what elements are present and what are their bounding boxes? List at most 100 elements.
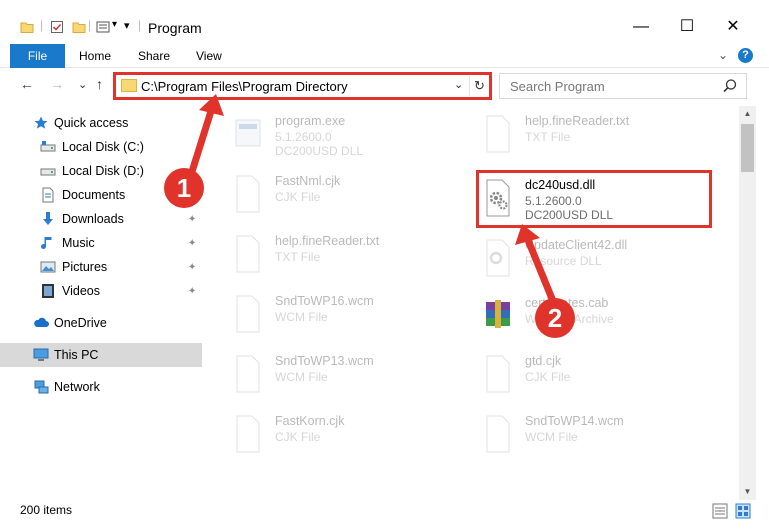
navigation-pane: Quick access Local Disk (C:) Local Disk …: [0, 106, 205, 500]
file-item-fastnml-cjk[interactable]: FastNml.cjk CJK File: [205, 166, 455, 222]
sidebar-item-downloads[interactable]: Downloads ✦: [0, 207, 202, 231]
sidebar-item-label: Music: [62, 236, 95, 250]
sidebar-item-label: Local Disk (D:): [62, 164, 144, 178]
file-icon: [236, 355, 260, 393]
file-type: CJK File: [525, 370, 571, 384]
file-name: UpdateClient42.dll: [525, 238, 628, 252]
file-name: FastNml.cjk: [275, 174, 341, 188]
sidebar-item-quick-access[interactable]: Quick access: [0, 111, 202, 135]
separator: |: [40, 18, 44, 32]
file-item-gtd-cjk[interactable]: gtd.cjk CJK File: [455, 346, 705, 402]
title-bar: | | ▾ ▾ | Program — ☐ ✕: [0, 0, 769, 44]
customize-icon[interactable]: [96, 20, 110, 34]
back-button[interactable]: ←: [20, 76, 34, 92]
recent-locations-button[interactable]: ⌄: [78, 78, 87, 91]
search-icon[interactable]: [722, 78, 738, 94]
file-name: help.fineReader.txt: [275, 234, 380, 248]
chevron-down-icon[interactable]: ▾: [112, 19, 117, 30]
help-icon[interactable]: ?: [738, 48, 753, 63]
maximize-button[interactable]: ☐: [672, 14, 702, 40]
pin-icon[interactable]: ✦: [188, 238, 196, 249]
sidebar-item-label: Documents: [62, 188, 126, 202]
file-name: SndToWP13.wcm: [275, 354, 374, 368]
tab-file[interactable]: File: [10, 44, 65, 68]
scroll-up-icon[interactable]: ▲: [739, 106, 756, 122]
file-icon: [236, 175, 260, 213]
up-button[interactable]: ↑: [96, 76, 103, 92]
file-name: gtd.cjk: [525, 354, 562, 368]
sidebar-item-label: OneDrive: [54, 316, 107, 330]
file-type: Resource DLL: [525, 254, 602, 268]
sidebar-item-label: Quick access: [54, 116, 129, 130]
file-item-help-finereader-txt[interactable]: help.fineReader.txt TXT File: [205, 226, 455, 282]
address-highlight-box: [113, 72, 492, 100]
file-type: WCM File: [275, 370, 328, 384]
dll-gear-icon: [486, 239, 510, 277]
file-type: WCM File: [525, 430, 578, 444]
minimize-button[interactable]: —: [626, 14, 656, 40]
pictures-icon: [40, 261, 56, 273]
close-button[interactable]: ✕: [718, 14, 748, 40]
file-list: program.exe 5.1.2600.0 DC200USD DLL Fast…: [205, 106, 739, 500]
new-folder-icon[interactable]: [72, 20, 86, 34]
file-item-updateclient42-dll[interactable]: UpdateClient42.dll Resource DLL: [455, 230, 705, 286]
drive-icon: [40, 168, 56, 176]
scrollbar-thumb[interactable]: [741, 124, 754, 172]
file-version: 5.1.2600.0: [275, 130, 332, 144]
file-item-sndtowp16-wcm[interactable]: SndToWP16.wcm WCM File: [205, 286, 455, 342]
videos-icon: [42, 284, 54, 298]
pin-icon[interactable]: ✦: [188, 214, 196, 225]
window-title: Program: [148, 20, 202, 36]
quick-access-dropdown-icon[interactable]: ▾: [124, 19, 130, 32]
file-item-certificates-cab[interactable]: certificates.cab WinRAR Archive: [455, 288, 705, 344]
details-view-icon[interactable]: [712, 503, 728, 519]
tab-home[interactable]: Home: [79, 44, 111, 68]
sidebar-item-videos[interactable]: Videos ✦: [0, 279, 202, 303]
pin-icon[interactable]: ✦: [188, 286, 196, 297]
sidebar-item-onedrive[interactable]: OneDrive: [0, 311, 202, 335]
pin-icon[interactable]: ✦: [188, 262, 196, 273]
tab-share[interactable]: Share: [138, 44, 170, 68]
file-description: DC200USD DLL: [275, 144, 364, 158]
folder-icon[interactable]: [20, 20, 34, 34]
sidebar-item-this-pc[interactable]: This PC: [0, 343, 202, 367]
ribbon-collapse-icon[interactable]: ⌄: [718, 48, 728, 62]
search-input[interactable]: Search Program: [510, 79, 605, 94]
sidebar-item-network[interactable]: Network: [0, 375, 202, 399]
sidebar-item-pictures[interactable]: Pictures ✦: [0, 255, 202, 279]
file-name: SndToWP14.wcm: [525, 414, 624, 428]
file-icon: [486, 355, 510, 393]
file-item-help-finereader-txt-2[interactable]: help.fineReader.txt TXT File: [455, 106, 705, 162]
status-bar: 200 items: [0, 500, 769, 532]
step-1-badge: 1: [164, 168, 204, 208]
file-type: TXT File: [525, 130, 571, 144]
file-name: SndToWP16.wcm: [275, 294, 374, 308]
file-highlight-box: [476, 170, 712, 228]
file-icon: [486, 415, 510, 453]
file-name: program.exe: [275, 114, 346, 128]
drive-icon: [40, 141, 56, 152]
file-item-fastkorn-cjk[interactable]: FastKorn.cjk CJK File: [205, 406, 455, 462]
file-icon: [236, 235, 260, 273]
sidebar-item-music[interactable]: Music ✦: [0, 231, 202, 255]
file-item-program-exe[interactable]: program.exe 5.1.2600.0 DC200USD DLL: [205, 106, 455, 162]
properties-icon[interactable]: [50, 20, 64, 34]
star-icon: [34, 116, 48, 129]
scroll-down-icon[interactable]: ▼: [739, 484, 756, 500]
search-box[interactable]: Search Program: [499, 73, 747, 99]
file-icon: [236, 415, 260, 453]
file-item-sndtowp14-wcm[interactable]: SndToWP14.wcm WCM File: [455, 406, 705, 462]
large-icons-view-icon[interactable]: [735, 503, 751, 519]
file-item-sndtowp13-wcm[interactable]: SndToWP13.wcm WCM File: [205, 346, 455, 402]
forward-button[interactable]: →: [50, 76, 64, 92]
file-type: TXT File: [275, 250, 321, 264]
cloud-icon: [34, 317, 49, 327]
file-name: help.fineReader.txt: [525, 114, 630, 128]
file-icon: [486, 115, 510, 153]
file-type: CJK File: [275, 190, 321, 204]
sidebar-item-label: Local Disk (C:): [62, 140, 144, 154]
tab-view[interactable]: View: [196, 44, 222, 68]
sidebar-item-local-disk-c[interactable]: Local Disk (C:): [0, 135, 202, 159]
sidebar-item-label: Videos: [62, 284, 100, 298]
computer-icon: [33, 348, 49, 361]
